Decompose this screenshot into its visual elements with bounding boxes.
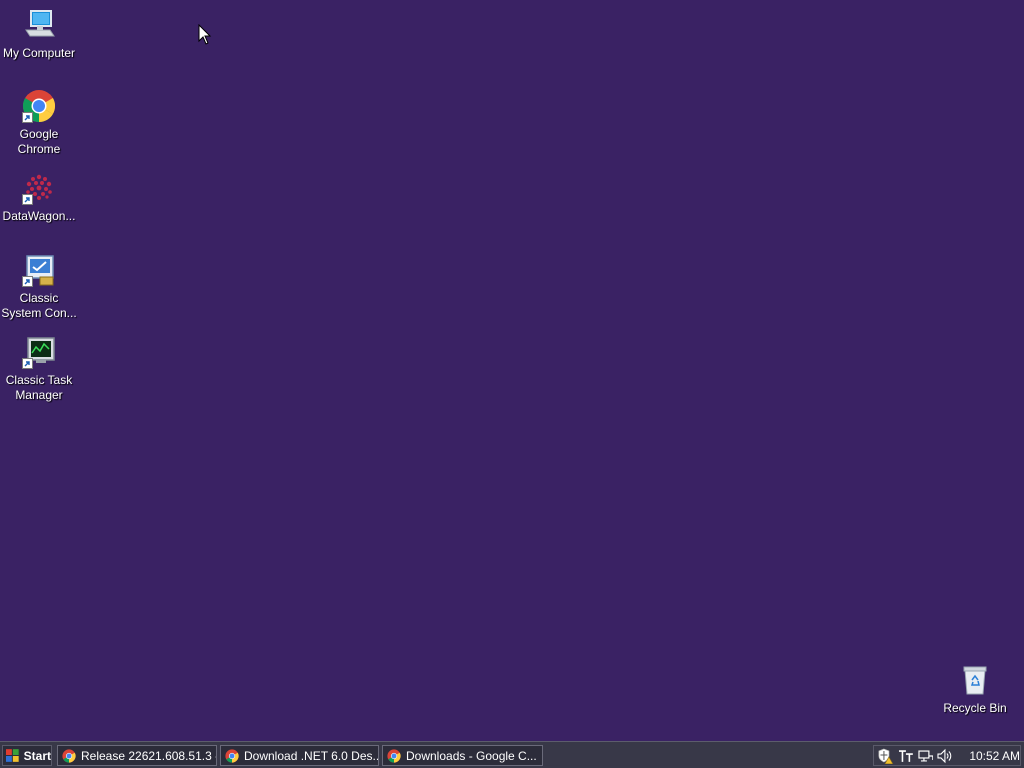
start-button[interactable]: Start: [2, 745, 52, 766]
taskbar-item-download-dotnet[interactable]: Download .NET 6.0 Des...: [220, 745, 379, 766]
recycle-bin-icon: [958, 663, 992, 697]
security-shield-icon[interactable]: [878, 748, 894, 764]
clock[interactable]: 10:52 AM: [969, 749, 1020, 763]
shortcut-arrow-icon: [22, 276, 33, 287]
taskbar-item-downloads[interactable]: Downloads - Google C...: [382, 745, 543, 766]
desktop-icon-recycle-bin[interactable]: Recycle Bin: [936, 663, 1014, 716]
desktop: My Computer Google Chrome DataWagon... C…: [0, 0, 1024, 741]
taskbar-item-label: Downloads - Google C...: [406, 748, 537, 763]
taskbar: Start Release 22621.608.51.3 -... Downlo…: [0, 741, 1024, 768]
start-logo-icon: [6, 748, 19, 762]
desktop-icon-label: Classic System Con...: [1, 291, 77, 320]
desktop-icon-datawagon[interactable]: DataWagon...: [0, 171, 78, 224]
network-icon[interactable]: [918, 748, 934, 764]
chrome-icon: [225, 748, 239, 763]
desktop-icon-classic-system-control[interactable]: Classic System Con...: [0, 253, 78, 321]
datawagon-icon: [22, 171, 56, 205]
shortcut-arrow-icon: [22, 112, 33, 123]
start-label: Start: [23, 748, 51, 763]
taskbar-item-label: Download .NET 6.0 Des...: [244, 748, 378, 763]
desktop-icon-label: Recycle Bin: [943, 701, 1007, 715]
desktop-icon-label: Google Chrome: [17, 127, 61, 156]
system-tray: 10:52 AM: [873, 745, 1021, 766]
chrome-icon: [62, 748, 76, 763]
chrome-icon: [22, 89, 56, 123]
desktop-icon-google-chrome[interactable]: Google Chrome: [0, 89, 78, 157]
computer-icon: [22, 8, 56, 42]
desktop-icon-label: DataWagon...: [2, 209, 76, 223]
language-icon[interactable]: [898, 748, 914, 764]
chrome-icon: [387, 748, 401, 763]
desktop-icon-label: My Computer: [2, 46, 76, 60]
control-panel-icon: [22, 253, 56, 287]
desktop-icon-label: Classic Task Manager: [5, 373, 73, 402]
mouse-cursor-icon: [198, 23, 212, 46]
task-manager-icon: [22, 335, 56, 369]
shortcut-arrow-icon: [22, 358, 33, 369]
taskbar-item-label: Release 22621.608.51.3 -...: [81, 748, 216, 763]
taskbar-item-release[interactable]: Release 22621.608.51.3 -...: [57, 745, 217, 766]
volume-icon[interactable]: [937, 748, 953, 764]
shortcut-arrow-icon: [22, 194, 33, 205]
desktop-icon-classic-task-manager[interactable]: Classic Task Manager: [0, 335, 78, 403]
desktop-icon-my-computer[interactable]: My Computer: [0, 8, 78, 61]
